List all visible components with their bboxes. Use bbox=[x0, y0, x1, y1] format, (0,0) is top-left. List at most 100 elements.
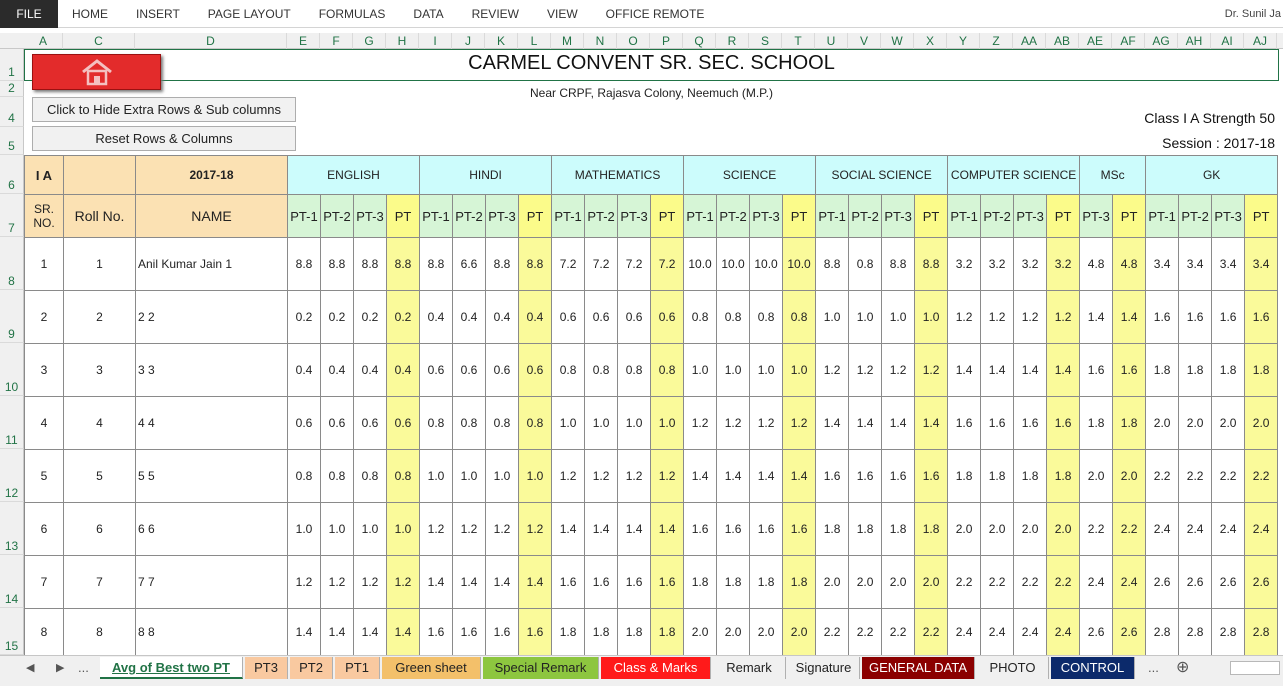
mark-cell[interactable]: 0.6 bbox=[551, 290, 586, 344]
mark-cell[interactable]: 1.8 bbox=[551, 608, 586, 656]
mark-cell[interactable]: 1.0 bbox=[584, 396, 619, 450]
column-header-i[interactable]: I bbox=[419, 33, 452, 49]
mark-cell[interactable]: 1.2 bbox=[815, 343, 850, 397]
mark-cell[interactable]: 8.8 bbox=[517, 237, 553, 291]
mark-cell[interactable]: 2.2 bbox=[1145, 449, 1180, 503]
mark-cell[interactable]: 3.4 bbox=[1178, 237, 1213, 291]
mark-cell[interactable]: 1.8 bbox=[683, 555, 718, 609]
mark-cell[interactable]: 1.8 bbox=[1112, 396, 1147, 450]
column-header-y[interactable]: Y bbox=[947, 33, 980, 49]
mark-cell[interactable]: 1.4 bbox=[848, 396, 883, 450]
mark-cell[interactable]: 8.8 bbox=[386, 237, 420, 291]
mark-cell[interactable]: 1.8 bbox=[1178, 343, 1213, 397]
sheet-tab-green-sheet[interactable]: Green sheet bbox=[382, 657, 481, 679]
mark-cell[interactable]: 1.8 bbox=[1145, 343, 1180, 397]
mark-cell[interactable]: 0.8 bbox=[353, 449, 387, 503]
mark-cell[interactable]: 1.8 bbox=[815, 502, 850, 556]
mark-cell[interactable]: 1.6 bbox=[1211, 290, 1246, 344]
mark-cell[interactable]: 0.2 bbox=[386, 290, 420, 344]
file-tab[interactable]: FILE bbox=[0, 0, 58, 28]
row-header-2[interactable]: 2 bbox=[0, 81, 24, 97]
ribbon-tab-data[interactable]: DATA bbox=[399, 7, 457, 21]
pt-header-cell[interactable]: PT-3 bbox=[1079, 194, 1114, 238]
ribbon-tab-formulas[interactable]: FORMULAS bbox=[305, 7, 400, 21]
mark-cell[interactable]: 0.6 bbox=[287, 396, 321, 450]
mark-cell[interactable]: 1.6 bbox=[749, 502, 784, 556]
pt-header-cell[interactable]: PT-2 bbox=[452, 194, 486, 238]
pt-header-cell[interactable]: PT-1 bbox=[419, 194, 453, 238]
mark-cell[interactable]: 1.4 bbox=[749, 449, 784, 503]
mark-cell[interactable]: 0.4 bbox=[353, 343, 387, 397]
ribbon-tab-office-remote[interactable]: OFFICE REMOTE bbox=[592, 7, 719, 21]
sheet-tab-general-data[interactable]: GENERAL DATA bbox=[862, 657, 975, 679]
mark-cell[interactable]: 2.6 bbox=[1244, 555, 1279, 609]
mark-cell[interactable]: 1.2 bbox=[419, 502, 453, 556]
row-header-9[interactable]: 9 bbox=[0, 290, 24, 343]
mark-cell[interactable]: 1.2 bbox=[485, 502, 519, 556]
mark-cell[interactable]: 2.8 bbox=[1211, 608, 1246, 656]
roll-no-cell[interactable]: 4 bbox=[63, 396, 136, 450]
mark-cell[interactable]: 1.4 bbox=[287, 608, 321, 656]
mark-cell[interactable]: 8.8 bbox=[914, 237, 949, 291]
mark-cell[interactable]: 2.4 bbox=[1013, 608, 1048, 656]
column-header-ae[interactable]: AE bbox=[1079, 33, 1112, 49]
mark-cell[interactable]: 2.2 bbox=[1211, 449, 1246, 503]
sr-no-cell[interactable]: 4 bbox=[24, 396, 64, 450]
mark-cell[interactable]: 0.8 bbox=[683, 290, 718, 344]
pt-header-cell[interactable]: PT-3 bbox=[353, 194, 387, 238]
mark-cell[interactable]: 7.2 bbox=[584, 237, 619, 291]
name-cell[interactable]: 8 8 bbox=[135, 608, 288, 656]
mark-cell[interactable]: 3.2 bbox=[947, 237, 982, 291]
mark-cell[interactable]: 0.8 bbox=[551, 343, 586, 397]
mark-cell[interactable]: 0.4 bbox=[485, 290, 519, 344]
mark-cell[interactable]: 1.6 bbox=[1112, 343, 1147, 397]
mark-cell[interactable]: 1.6 bbox=[485, 608, 519, 656]
mark-cell[interactable]: 2.0 bbox=[980, 502, 1015, 556]
pt-header-cell[interactable]: PT-2 bbox=[980, 194, 1015, 238]
mark-cell[interactable]: 0.4 bbox=[320, 343, 354, 397]
mark-cell[interactable]: 1.0 bbox=[419, 449, 453, 503]
mark-cell[interactable]: 1.0 bbox=[749, 343, 784, 397]
column-header-x[interactable]: X bbox=[914, 33, 947, 49]
row-header-14[interactable]: 14 bbox=[0, 555, 24, 608]
horizontal-scrollbar[interactable] bbox=[1230, 661, 1280, 675]
mark-cell[interactable]: 1.8 bbox=[584, 608, 619, 656]
mark-cell[interactable]: 3.2 bbox=[1046, 237, 1081, 291]
roll-no-cell[interactable]: 8 bbox=[63, 608, 136, 656]
mark-cell[interactable]: 1.2 bbox=[650, 449, 685, 503]
year-cell[interactable]: 2017-18 bbox=[135, 155, 288, 195]
mark-cell[interactable]: 1.0 bbox=[353, 502, 387, 556]
mark-cell[interactable]: 2.0 bbox=[914, 555, 949, 609]
mark-cell[interactable]: 10.0 bbox=[683, 237, 718, 291]
column-header-af[interactable]: AF bbox=[1112, 33, 1145, 49]
mark-cell[interactable]: 1.6 bbox=[1244, 290, 1279, 344]
mark-cell[interactable]: 2.2 bbox=[881, 608, 916, 656]
mark-cell[interactable]: 1.0 bbox=[914, 290, 949, 344]
subject-msc[interactable]: MSc bbox=[1079, 155, 1147, 195]
mark-cell[interactable]: 0.6 bbox=[517, 343, 553, 397]
mark-cell[interactable]: 2.0 bbox=[1013, 502, 1048, 556]
column-header-q[interactable]: Q bbox=[683, 33, 716, 49]
mark-cell[interactable]: 1.4 bbox=[683, 449, 718, 503]
mark-cell[interactable]: 1.4 bbox=[419, 555, 453, 609]
mark-cell[interactable]: 1.4 bbox=[517, 555, 553, 609]
mark-cell[interactable]: 4.8 bbox=[1079, 237, 1114, 291]
mark-cell[interactable]: 2.2 bbox=[1244, 449, 1279, 503]
column-header-ag[interactable]: AG bbox=[1145, 33, 1178, 49]
mark-cell[interactable]: 1.0 bbox=[848, 290, 883, 344]
mark-cell[interactable]: 1.2 bbox=[749, 396, 784, 450]
mark-cell[interactable]: 2.0 bbox=[1079, 449, 1114, 503]
mark-cell[interactable]: 8.8 bbox=[419, 237, 453, 291]
reset-rows-columns-button[interactable]: Reset Rows & Columns bbox=[32, 126, 296, 151]
pt-header-cell[interactable]: PT-1 bbox=[947, 194, 982, 238]
sheet-tab-signature[interactable]: Signature bbox=[788, 657, 860, 679]
mark-cell[interactable]: 1.8 bbox=[749, 555, 784, 609]
roll-no-cell[interactable]: 5 bbox=[63, 449, 136, 503]
mark-cell[interactable]: 1.8 bbox=[1013, 449, 1048, 503]
sheet-tab-avg-of-best-two-pt[interactable]: Avg of Best two PT bbox=[100, 657, 243, 679]
mark-cell[interactable]: 6.6 bbox=[452, 237, 486, 291]
next-sheet-arrow[interactable]: ▶ bbox=[56, 656, 64, 680]
mark-cell[interactable]: 1.8 bbox=[947, 449, 982, 503]
mark-cell[interactable]: 1.2 bbox=[947, 290, 982, 344]
user-name[interactable]: Dr. Sunil Ja bbox=[1225, 0, 1283, 28]
